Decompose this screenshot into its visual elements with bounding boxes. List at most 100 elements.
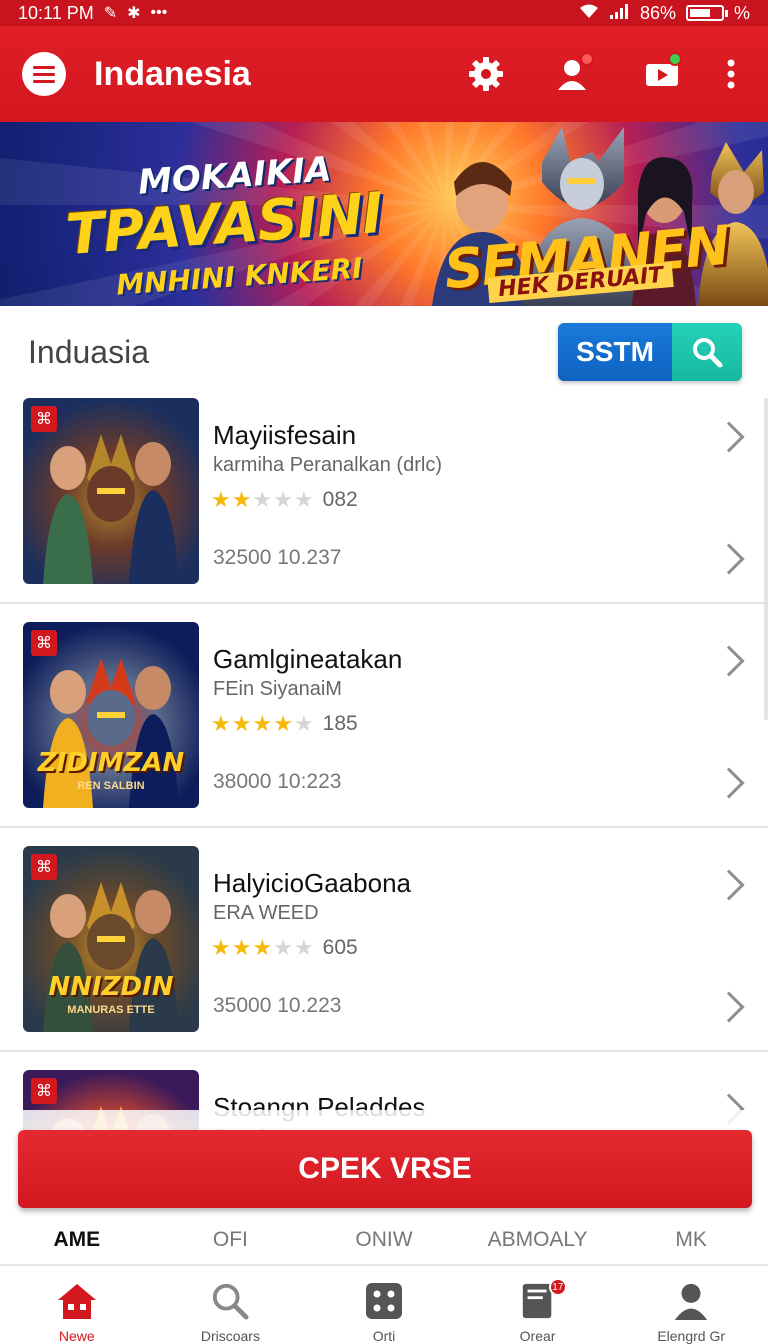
category-tabs: AME OFI ONIW ABMOALY MK [0, 1216, 768, 1264]
tab-oniw[interactable]: ONIW [307, 1216, 461, 1264]
search-icon [213, 1283, 249, 1320]
status-time: 10:11 PM [18, 2, 94, 23]
chevron-right-icon[interactable] [713, 421, 745, 453]
game-title[interactable]: HalyicioGaabona [213, 868, 411, 899]
tab-mk[interactable]: MK [614, 1216, 768, 1264]
section-title: Induasia [28, 333, 149, 370]
star-rating: ★ ★ ★ ★ ★ 185 [211, 712, 358, 736]
section-header: Induasia SSTM [0, 306, 768, 398]
app-bar: Indanesia [0, 26, 768, 122]
tab-abmoaly[interactable]: ABMOALY [461, 1216, 615, 1264]
scrollbar[interactable] [764, 398, 768, 720]
nav-profile[interactable]: Elengrd Gr [614, 1266, 768, 1344]
star-icon: ★ [211, 711, 231, 736]
tab-ofi[interactable]: OFI [154, 1216, 308, 1264]
nav-orders[interactable]: 17 Orear [461, 1266, 615, 1344]
nav-games-label: Orti [372, 1328, 396, 1344]
nav-discover-label: Driscoars [200, 1328, 260, 1344]
chevron-right-icon[interactable] [713, 645, 745, 677]
chevron-right-icon[interactable] [713, 767, 745, 799]
game-list-item[interactable]: ⌘ Mayiisfesain karmiha Peranalkan (drlc) ★ ★… [0, 398, 768, 604]
thumbnail-caption: ZIDIMZAN [37, 748, 185, 778]
game-meta: 32500 10.237 [213, 546, 342, 569]
sstm-button[interactable]: SSTM [558, 323, 672, 381]
search-icon [693, 338, 723, 368]
online-dot [668, 52, 682, 66]
star-icon: ★ [211, 935, 231, 960]
chevron-right-icon[interactable] [713, 869, 745, 901]
brand-badge-icon: ⌘ [31, 1078, 57, 1104]
promo-banner[interactable]: MOKAIKIA TPAVASINI MNHINI KNKERI SEMANEN… [0, 122, 768, 306]
star-icon: ★ [273, 487, 293, 512]
battery-extra: % [733, 2, 750, 23]
search-button[interactable] [672, 323, 742, 381]
battery-percent: 86% [639, 2, 676, 23]
cta-button[interactable]: CPEK VRSE [18, 1130, 752, 1208]
signal-icon [609, 3, 630, 24]
app-title: Indanesia [94, 54, 251, 93]
status-bar: 10:11 PM ✎ ✱ ••• 86% % [0, 0, 768, 26]
more-dots-icon: ••• [150, 4, 168, 21]
chevron-right-icon[interactable] [713, 991, 745, 1023]
brand-badge-icon: ⌘ [31, 854, 57, 880]
game-list-item[interactable]: ⌘ ZIDIMZAN REN SALBIN Gamlgineatakan FEin Si… [0, 622, 768, 828]
game-subtitle: karmiha Peranalkan (drlc) [213, 454, 442, 476]
nav-home-label: Newe [58, 1328, 95, 1344]
game-subtitle: ERA WEED [213, 902, 319, 924]
game-meta: 38000 10:223 [213, 770, 342, 793]
chevron-right-icon[interactable] [713, 543, 745, 575]
star-icon: ★ [252, 711, 273, 736]
star-icon: ★ [231, 487, 252, 512]
game-meta: 35000 10.223 [213, 994, 342, 1017]
game-title[interactable]: Gamlgineatakan [213, 644, 402, 675]
more-vert-icon [727, 59, 735, 89]
nav-discover[interactable]: Driscoars [154, 1266, 308, 1344]
menu-button[interactable] [22, 52, 66, 96]
dice-icon [365, 1283, 402, 1319]
nav-orders-badge: 17 [548, 1278, 567, 1296]
wifi-icon [578, 3, 600, 24]
star-icon: ★ [231, 711, 252, 736]
game-list-item[interactable]: ⌘ NNIZDIN MANURAS ETTE HalyicioGaabona ERA W… [0, 846, 768, 1052]
bug-icon: ✱ [127, 5, 141, 22]
star-icon: ★ [293, 487, 314, 512]
more-options-button[interactable] [716, 44, 746, 104]
star-icon: ★ [293, 935, 314, 960]
thumbnail-caption: NNIZDIN [48, 972, 174, 1002]
game-thumbnail[interactable]: ⌘ NNIZDIN MANURAS ETTE [23, 846, 199, 1032]
game-thumbnail[interactable]: ⌘ [23, 398, 199, 584]
star-icon: ★ [273, 711, 293, 736]
star-icon: ★ [211, 487, 231, 512]
star-icon: ★ [231, 935, 252, 960]
settings-button[interactable] [456, 44, 516, 104]
nav-home[interactable]: Newe [0, 1266, 154, 1344]
thumbnail-subcaption: MANURAS ETTE [67, 1004, 155, 1016]
home-icon [57, 1284, 96, 1319]
tab-ame[interactable]: AME [0, 1216, 154, 1264]
nav-games[interactable]: Orti [307, 1266, 461, 1344]
star-icon: ★ [293, 711, 314, 736]
star-icon: ★ [252, 487, 273, 512]
game-thumbnail[interactable]: ⌘ ZIDIMZAN REN SALBIN [23, 622, 199, 808]
nav-profile-label: Elengrd Gr [657, 1328, 726, 1344]
notification-dot [580, 52, 594, 66]
gear-icon [469, 57, 503, 91]
brand-badge-icon: ⌘ [31, 406, 57, 432]
star-icon: ★ [273, 935, 293, 960]
thumbnail-subcaption: REN SALBIN [77, 780, 145, 792]
rating-count: 185 [322, 712, 358, 735]
game-subtitle: FEin SiyanaiM [213, 678, 342, 700]
profile-button[interactable] [544, 44, 604, 104]
user-icon [675, 1283, 708, 1320]
edit-icon: ✎ [103, 5, 118, 22]
rating-count: 082 [322, 488, 358, 511]
bottom-nav: Newe Driscoars Orti 17 Orear Elengrd Gr [0, 1264, 768, 1344]
battery-icon [685, 5, 728, 21]
star-rating: ★ ★ ★ ★ ★ 605 [211, 936, 358, 960]
cta-container: CPEK VRSE [0, 1110, 768, 1220]
star-rating: ★★★★★082 [211, 488, 358, 512]
video-button[interactable] [632, 44, 692, 104]
game-title[interactable]: Mayiisfesain [213, 420, 356, 451]
sstm-search-group: SSTM [558, 323, 742, 381]
rating-count: 605 [322, 936, 358, 959]
